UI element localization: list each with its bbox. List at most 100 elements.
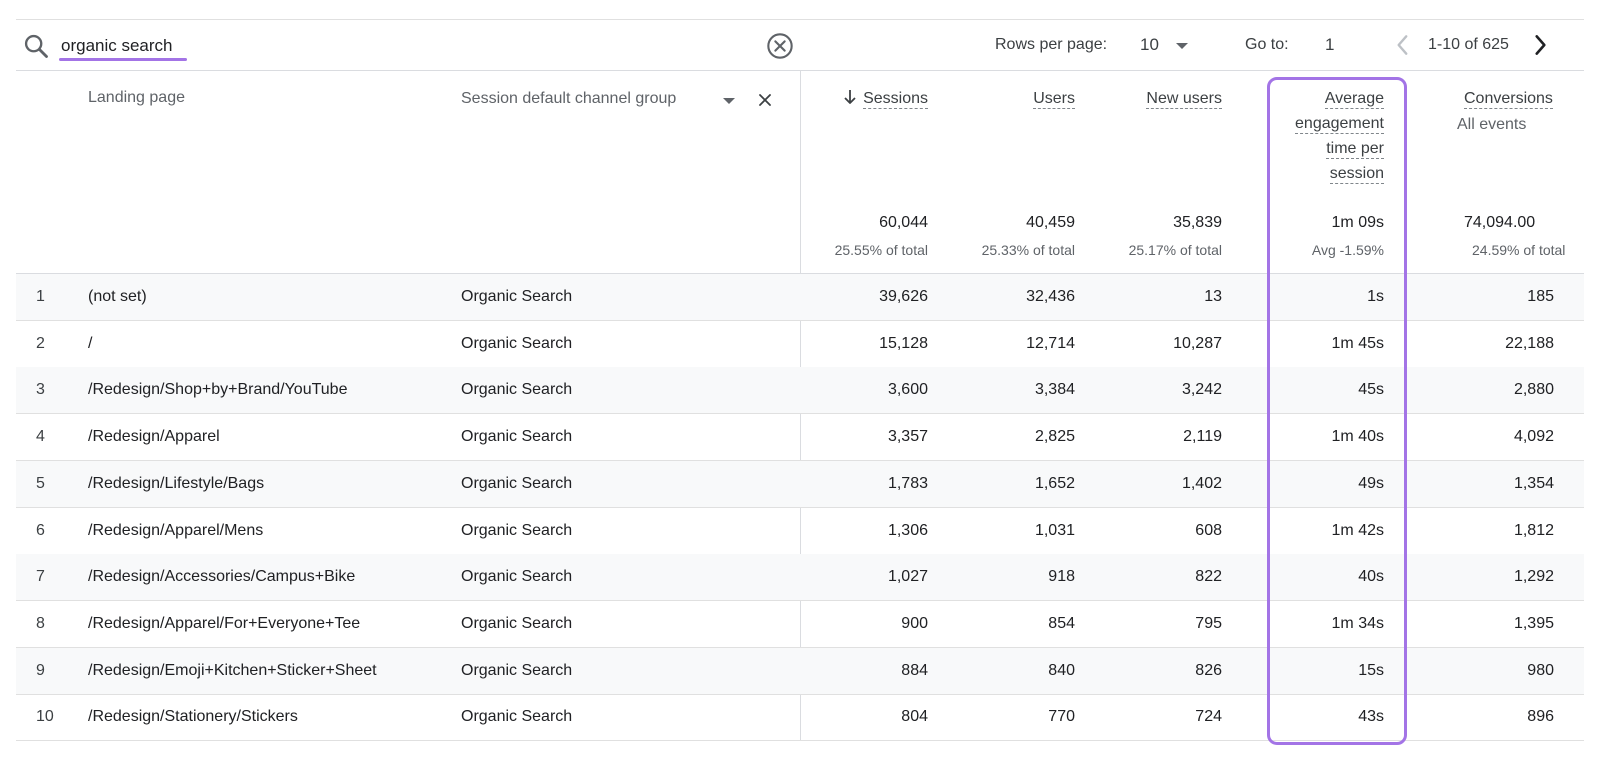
landing-page-cell[interactable]: /Redesign/Emoji+Kitchen+Sticker+Sheet (88, 662, 377, 680)
avg-engagement-header-line: engagement (1295, 115, 1384, 134)
users-cell: 918 (1048, 568, 1075, 586)
total-avg-engagement: 1m 09s (1331, 214, 1384, 231)
row-number: 2 (36, 334, 45, 352)
table-row[interactable]: 5/Redesign/Lifestyle/Bags Organic Search 1… (16, 460, 1584, 508)
table-row[interactable]: 2 / Organic Search 15,128 12,714 10,287 1m 45s… (16, 321, 1584, 368)
sessions-cell: 3,600 (887, 381, 928, 399)
row-number: 3 (36, 381, 45, 399)
conversions-cell: 1,354 (1513, 474, 1554, 492)
sort-descending-icon (844, 90, 856, 104)
table-row[interactable]: 4/Redesign/Apparel Organic Search 3,357 2,8… (16, 414, 1584, 462)
channel-group-cell: Organic Search (461, 474, 573, 492)
sessions-cell: 1,027 (887, 568, 928, 586)
landing-page-cell[interactable]: (not set) (88, 288, 147, 306)
total-sessions-share: 25.55% of total (834, 242, 928, 258)
clear-search-icon[interactable] (766, 32, 794, 60)
users-cell: 12,714 (1026, 334, 1075, 352)
landing-page-cell[interactable]: /Redesign/Accessories/Campus+Bike (88, 568, 355, 586)
channel-group-cell: Organic Search (461, 381, 573, 399)
avg-engagement-cell: 40s (1358, 568, 1384, 586)
search-icon (24, 34, 48, 58)
table-row[interactable]: 3/Redesign/Shop+by+Brand/YouTube Organic … (16, 367, 1584, 415)
landing-page-cell[interactable]: /Redesign/Shop+by+Brand/YouTube (88, 381, 347, 399)
conversions-cell: 1,395 (1513, 614, 1554, 632)
row-number: 6 (36, 521, 45, 539)
users-cell: 1,031 (1034, 521, 1075, 539)
avg-engagement-header-line: session (1329, 165, 1384, 184)
total-conversions-cell: 74,094.00 24.59% of total (1440, 210, 1584, 266)
rows-per-page-select[interactable]: 10 (1130, 30, 1196, 60)
users-cell: 32,436 (1026, 288, 1075, 305)
goto-input[interactable]: 1 (1325, 35, 1334, 55)
remove-dimension-icon[interactable] (757, 92, 773, 108)
row-number: 8 (36, 614, 45, 632)
table-row[interactable]: 8/Redesign/Apparel/For+Everyone+Tee Organ… (16, 601, 1584, 648)
page-range: 1-10 of 625 (1428, 36, 1509, 53)
sessions-cell: 900 (901, 614, 928, 632)
avg-engagement-cell: 1m 40s (1331, 428, 1384, 446)
row-number: 10 (36, 708, 54, 726)
total-users: 40,459 (1026, 214, 1075, 231)
chevron-right-icon[interactable] (1527, 32, 1553, 58)
total-conversions-share: 24.59% of total (1472, 242, 1566, 258)
new-users-cell: 10,287 (1173, 334, 1222, 352)
new-users-header-label: New users (1146, 90, 1222, 109)
row-number: 4 (36, 428, 45, 446)
chevron-left-icon[interactable] (1390, 32, 1416, 58)
dimension-dropdown-icon[interactable] (723, 98, 735, 104)
users-cell: 2,825 (1034, 428, 1075, 446)
channel-group-cell: Organic Search (461, 568, 573, 586)
users-header-label: Users (1033, 90, 1075, 109)
new-users-cell: 724 (1195, 708, 1222, 726)
sessions-cell: 1,783 (887, 474, 928, 492)
channel-group-cell: Organic Search (461, 614, 573, 632)
column-header-users[interactable]: Users (925, 86, 1075, 111)
channel-group-cell: Organic Search (461, 661, 573, 679)
row-number: 1 (36, 288, 45, 305)
landing-page-cell[interactable]: / (88, 335, 92, 353)
sessions-cell: 1,306 (887, 521, 928, 539)
conversions-cell: 2,880 (1513, 381, 1554, 399)
avg-engagement-cell: 15s (1358, 661, 1384, 679)
sessions-cell: 15,128 (879, 334, 928, 352)
table-row[interactable]: 7/Redesign/Accessories/Campus+Bike Organi… (16, 554, 1584, 602)
users-cell: 1,652 (1034, 474, 1075, 492)
avg-engagement-cell: 1m 42s (1331, 521, 1384, 539)
channel-group-cell: Organic Search (461, 521, 573, 539)
table-row[interactable]: 10/Redesign/Stationery/Stickers Organic S… (16, 694, 1584, 742)
column-header-landing-page[interactable]: Landing page (88, 89, 185, 107)
conversions-cell: 1,812 (1513, 521, 1554, 539)
landing-page-cell[interactable]: /Redesign/Apparel/For+Everyone+Tee (88, 615, 360, 633)
users-cell: 3,384 (1034, 381, 1075, 399)
sessions-cell: 3,357 (887, 428, 928, 446)
conversions-cell: 896 (1527, 708, 1554, 726)
column-header-channel-group: Session default channel group (461, 90, 677, 107)
search-input-underline (59, 58, 187, 61)
landing-page-cell[interactable]: /Redesign/Apparel/Mens (88, 522, 263, 540)
avg-engagement-cell: 1m 34s (1331, 614, 1384, 632)
column-header-sessions[interactable]: Sessions (778, 86, 928, 111)
search-input[interactable] (61, 33, 461, 59)
landing-page-cell[interactable]: /Redesign/Lifestyle/Bags (88, 475, 264, 493)
table-row[interactable]: 6/Redesign/Apparel/Mens Organic Search 1,3… (16, 508, 1584, 555)
table-row[interactable]: 9/Redesign/Emoji+Kitchen+Sticker+Sheet Or… (16, 647, 1584, 695)
total-conversions: 74,094.00 (1464, 214, 1536, 231)
dropdown-arrow-icon (1176, 43, 1188, 49)
table-row[interactable]: 1 (not set) Organic Search 39,626 32,436 13 1s… (16, 274, 1584, 321)
column-header-conversions[interactable]: Conversions All events (1440, 86, 1584, 146)
landing-page-cell[interactable]: /Redesign/Apparel (88, 428, 220, 446)
sessions-cell: 804 (901, 708, 928, 726)
landing-page-cell[interactable]: /Redesign/Stationery/Stickers (88, 708, 298, 726)
new-users-cell: 3,242 (1181, 381, 1222, 399)
column-header-new-users[interactable]: New users (1072, 86, 1222, 111)
conversions-event-filter[interactable]: All events (1457, 116, 1526, 133)
avg-engagement-header-line: Average (1324, 90, 1384, 109)
column-header-avg-engagement[interactable]: Average engagement time per session (1234, 86, 1384, 186)
users-cell: 770 (1048, 708, 1075, 726)
channel-group-dimension[interactable]: Session default channel group (461, 90, 676, 114)
new-users-cell: 608 (1195, 521, 1222, 539)
new-users-cell: 1,402 (1181, 474, 1222, 492)
total-sessions: 60,044 (879, 214, 928, 231)
new-users-cell: 822 (1195, 568, 1222, 586)
channel-group-cell: Organic Search (461, 334, 573, 352)
